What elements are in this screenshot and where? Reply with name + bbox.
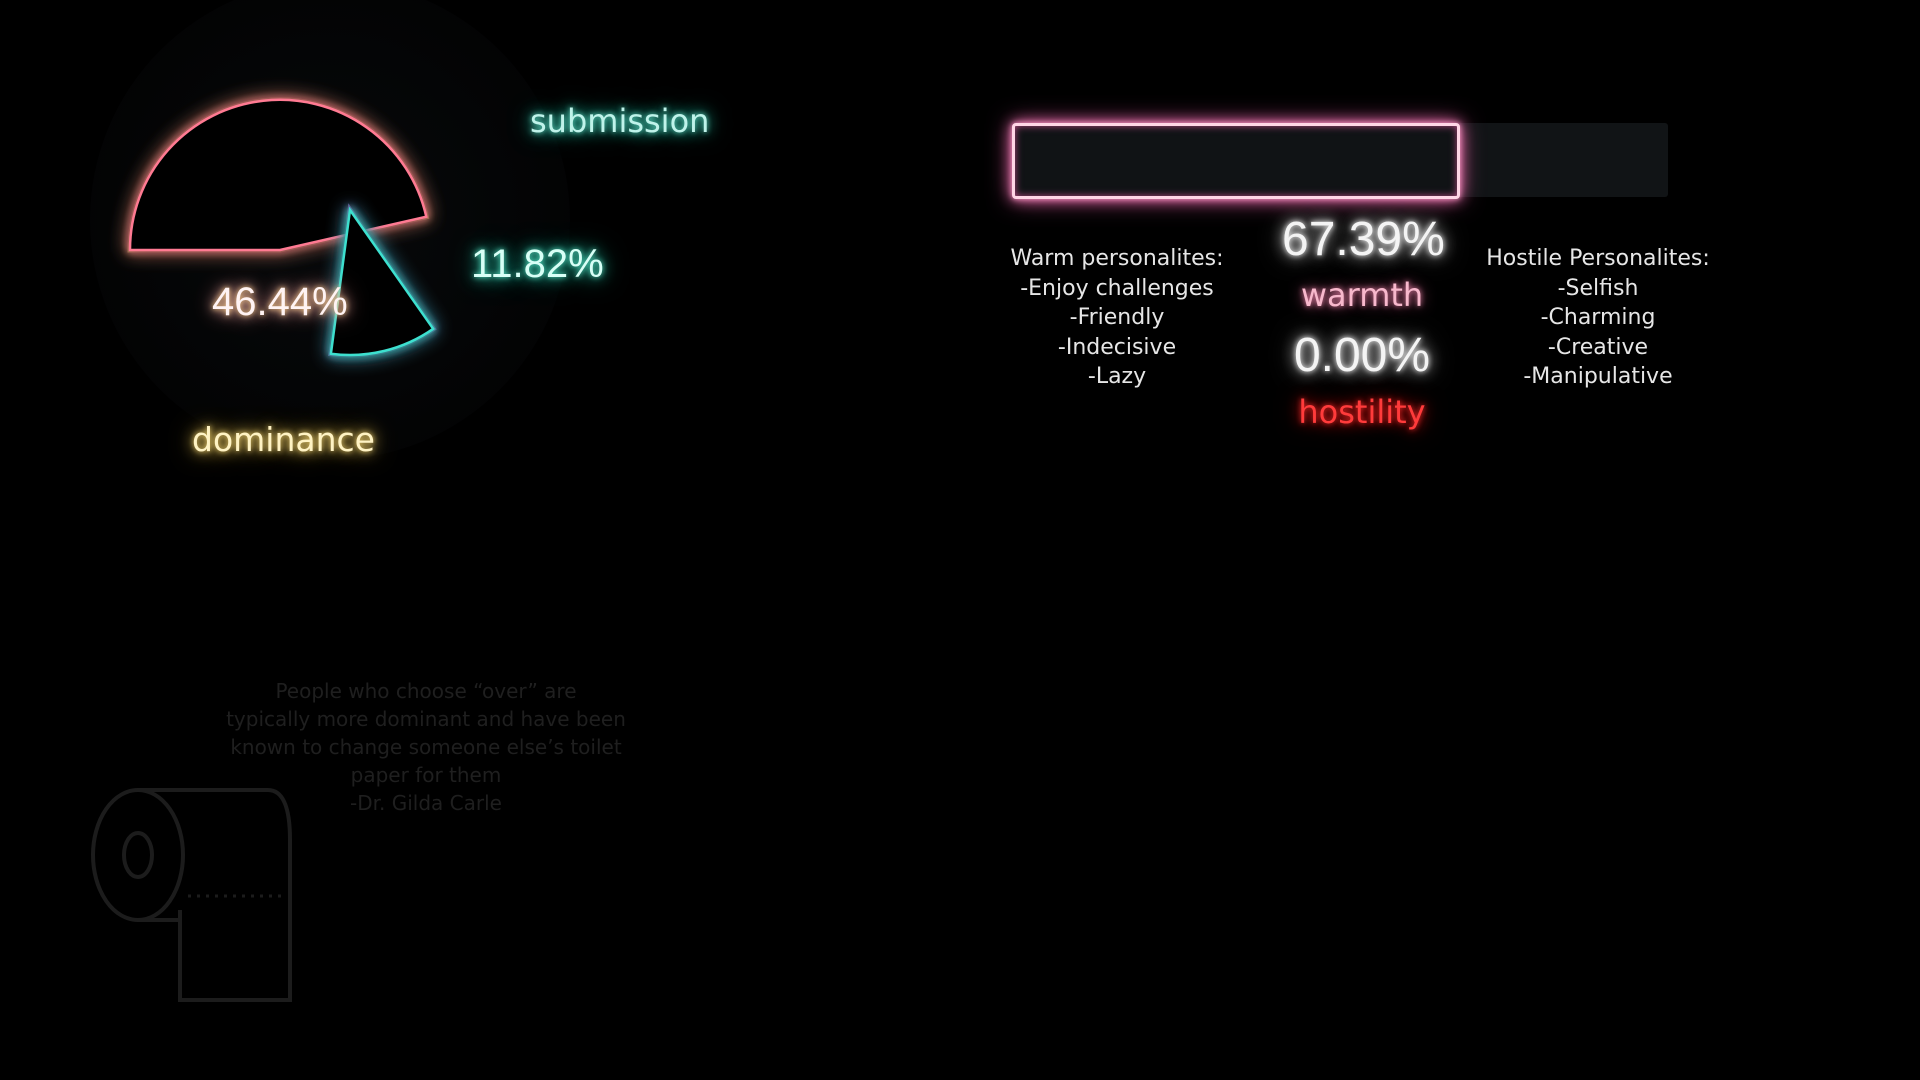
hostile-traits-heading: Hostile Personalites:: [1486, 246, 1710, 271]
dominance-percent: 46.44%: [212, 280, 348, 324]
dominance-submission-pie-chart: [90, 0, 570, 460]
quote-line: known to change someone else’s toilet: [230, 735, 622, 759]
warm-trait-item: -Friendly: [1069, 305, 1165, 330]
hostile-traits-list: Hostile Personalites: -Selfish -Charming…: [1478, 244, 1718, 392]
warm-trait-item: -Enjoy challenges: [1020, 275, 1214, 301]
warm-trait-item: -Lazy: [1087, 364, 1147, 389]
hostile-trait-item: -Manipulative: [1523, 364, 1673, 389]
quote-line: typically more dominant and have been: [226, 707, 626, 731]
warmth-percent: 67.39%: [1282, 213, 1445, 266]
hostile-trait-item: -Creative: [1547, 334, 1649, 360]
hostility-percent: 0.00%: [1293, 329, 1431, 382]
quote-line: People who choose “over” are: [275, 679, 577, 703]
results-screen: submission 11.82% 46.44% dominance 67.39…: [0, 0, 1920, 1080]
hostility-label: hostility: [1298, 393, 1426, 431]
submission-percent: 11.82%: [471, 242, 604, 286]
warmth-label: warmth: [1300, 276, 1424, 314]
warmth-bar-fill: [1012, 123, 1460, 199]
dominance-label: dominance: [192, 420, 375, 459]
hostile-trait-item: -Selfish: [1557, 275, 1639, 301]
toilet-paper-icon: [91, 788, 292, 1002]
warm-traits-list: Warm personalites: -Enjoy challenges -Fr…: [997, 244, 1237, 392]
submission-label: submission: [530, 102, 710, 140]
warm-trait-item: -Indecisive: [1057, 334, 1177, 360]
warm-traits-heading: Warm personalites:: [1010, 246, 1224, 271]
hostile-trait-item: -Charming: [1540, 305, 1656, 330]
